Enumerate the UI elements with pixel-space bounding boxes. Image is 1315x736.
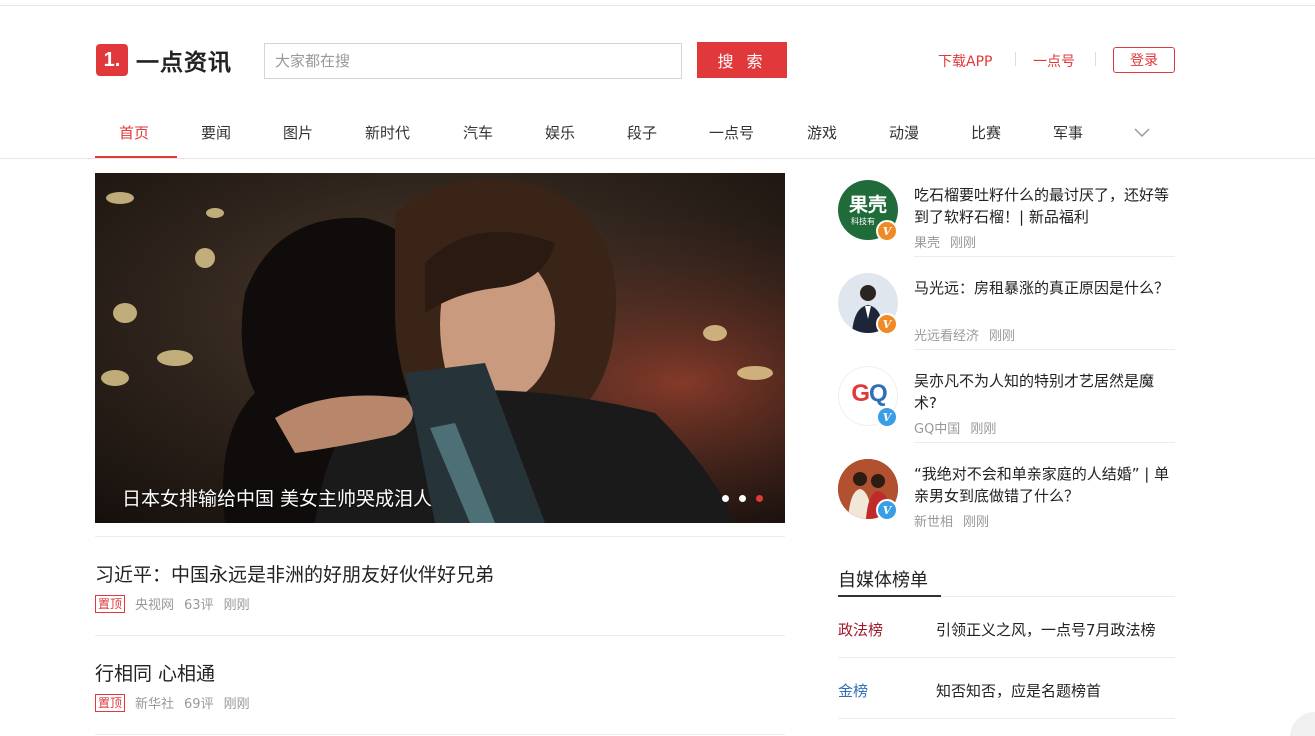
side-separator [914,256,1175,257]
top-border [0,0,1315,6]
side-article-meta: 果壳 刚刚 [914,232,976,251]
pinned-tag: 置顶 [95,594,126,613]
side-article-source[interactable]: GQ中国 [914,422,960,437]
news-title[interactable]: 习近平：中国永远是非洲的好朋友好伙伴好兄弟 [95,560,494,587]
side-article-meta: 光远看经济 刚刚 [914,325,1015,344]
nav-item-pictures[interactable]: 图片 [283,122,313,143]
login-button[interactable]: 登录 [1113,47,1175,73]
side-article-time: 刚刚 [989,329,1016,344]
verified-badge-icon: V [876,499,898,521]
side-article[interactable]: V “我绝对不会和单亲家庭的人结婚” | 单亲男女到底做错了什么？ 新世相 刚刚 [838,459,1175,539]
side-article-meta: GQ中国 刚刚 [914,418,996,437]
header-separator [1095,52,1096,66]
side-article[interactable]: V 马光远：房租暴涨的真正原因是什么？ 光远看经济 刚刚 [838,273,1175,353]
ranking-text[interactable]: 知否知否，应是名题榜首 [936,680,1101,701]
feed-divider [95,635,785,636]
verified-badge-icon: V [876,406,898,428]
nav-item-matches[interactable]: 比赛 [971,122,1001,143]
news-time: 刚刚 [223,598,250,613]
site-logo[interactable]: 1. 一点资讯 [96,44,232,76]
side-article[interactable]: 果壳 科技有 V 吃石榴要吐籽什么的最讨厌了，还好等到了软籽石榴！| 新品福利 … [838,180,1175,260]
side-article-meta: 新世相 刚刚 [914,511,989,530]
side-article-title[interactable]: 吃石榴要吐籽什么的最讨厌了，还好等到了软籽石榴！| 新品福利 [914,184,1176,228]
carousel-dot[interactable] [739,495,746,502]
nav-item-games[interactable]: 游戏 [807,122,837,143]
ranking-category[interactable]: 金榜 [838,680,868,701]
nav-active-underline [95,156,177,158]
side-article-title[interactable]: 吴亦凡不为人知的特别才艺居然是魔术? [914,370,1176,414]
verified-badge-icon: V [876,313,898,335]
comment-count[interactable]: 63评 [184,594,214,613]
verified-badge-icon: V [876,220,898,242]
side-article-source[interactable]: 光远看经济 [914,329,979,344]
rankings-heading: 自媒体榜单 [838,570,928,591]
nav-item-new-era[interactable]: 新时代 [365,122,410,143]
carousel-dot-active[interactable] [756,495,763,502]
side-article-time: 刚刚 [963,515,990,530]
channel-nav: 首页 要闻 图片 新时代 汽车 娱乐 段子 一点号 游戏 动漫 比赛 军事 [0,108,1315,159]
side-article-source[interactable]: 新世相 [914,515,953,530]
side-article[interactable]: GQ V 吴亦凡不为人知的特别才艺居然是魔术? GQ中国 刚刚 [838,366,1175,446]
rankings-heading-underline [838,595,941,597]
back-to-top-button[interactable] [1290,712,1315,736]
side-separator [914,442,1175,443]
ranking-text[interactable]: 引领正义之风，一点号7月政法榜 [936,619,1156,640]
side-article-source[interactable]: 果壳 [914,236,940,251]
news-title[interactable]: 行相同 心相通 [95,659,215,686]
rankings-divider [838,718,1175,719]
ranking-category[interactable]: 政法榜 [838,619,883,640]
nav-item-military[interactable]: 军事 [1053,122,1083,143]
logo-text: 一点资讯 [136,50,232,76]
news-time: 刚刚 [223,697,250,712]
nav-item-jokes[interactable]: 段子 [627,122,657,143]
side-article-title[interactable]: 马光远：房租暴涨的真正原因是什么？ [914,277,1176,299]
side-article-time: 刚刚 [970,422,997,437]
search-button[interactable]: 搜 索 [697,42,787,78]
news-meta: 置顶 央视网 63评 刚刚 [95,594,250,613]
search-input[interactable] [264,43,682,79]
side-separator [914,349,1175,350]
rankings-divider [838,657,1175,658]
nav-item-headlines[interactable]: 要闻 [201,122,231,143]
hero-photo [95,173,785,523]
hero-caption[interactable]: 日本女排输给中国 美女主帅哭成泪人 [122,484,432,511]
header-separator [1015,52,1016,66]
news-meta: 置顶 新华社 69评 刚刚 [95,693,250,712]
download-app-link[interactable]: 下载APP [938,51,992,71]
comment-count[interactable]: 69评 [184,693,214,712]
nav-item-anime[interactable]: 动漫 [889,122,919,143]
carousel-dot[interactable] [722,495,729,502]
yidian-hao-link[interactable]: 一点号 [1033,51,1075,71]
side-article-title[interactable]: “我绝对不会和单亲家庭的人结婚” | 单亲男女到底做错了什么？ [914,463,1176,507]
news-source[interactable]: 新华社 [135,693,174,712]
nav-item-home[interactable]: 首页 [119,122,149,143]
feed-divider [95,536,785,537]
side-article-time: 刚刚 [950,236,977,251]
news-source[interactable]: 央视网 [135,594,174,613]
logo-mark: 1. [96,44,128,76]
hero-carousel[interactable]: 日本女排输给中国 美女主帅哭成泪人 [95,173,785,523]
pinned-tag: 置顶 [95,693,126,712]
nav-item-entertainment[interactable]: 娱乐 [545,122,575,143]
chevron-down-icon[interactable] [1133,123,1151,141]
carousel-dots [722,495,763,502]
nav-item-yidian-hao[interactable]: 一点号 [709,122,754,143]
nav-item-auto[interactable]: 汽车 [463,122,493,143]
feed-divider [95,734,785,735]
